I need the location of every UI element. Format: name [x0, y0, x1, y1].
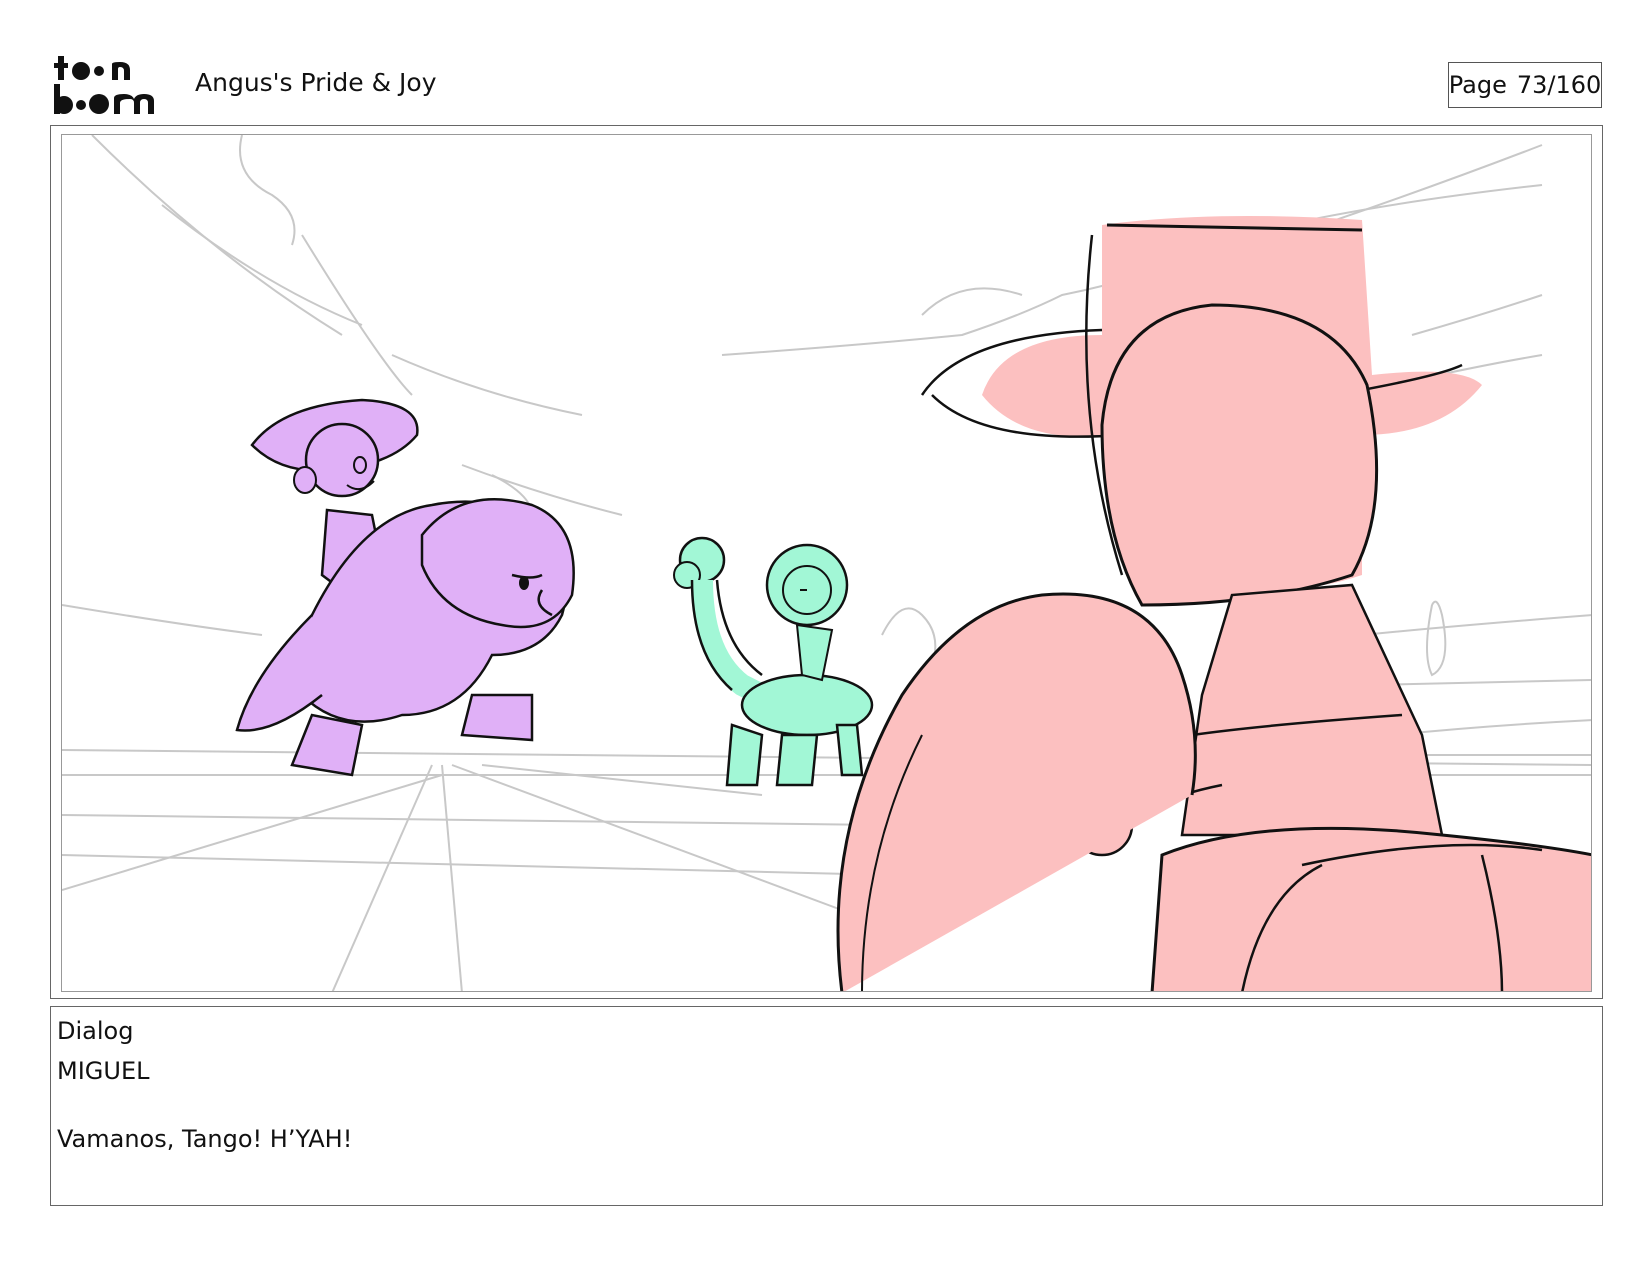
panel-sketch: [62, 135, 1591, 991]
dialog-line: Vamanos, Tango! H’YAH!: [57, 1125, 353, 1153]
storyboard-panel: [50, 125, 1603, 999]
toon-boom-logo: [54, 56, 154, 114]
dialog-header: Dialog: [57, 1017, 134, 1045]
page-number: 73/160: [1516, 71, 1602, 99]
project-title: Angus's Pride & Joy: [195, 68, 437, 97]
page-label: Page: [1448, 71, 1507, 99]
page-indicator: Page 73/160: [1448, 62, 1602, 108]
dialog-box: Dialog MIGUEL Vamanos, Tango! H’YAH!: [50, 1006, 1603, 1206]
pink-rider-character: [836, 216, 1591, 991]
green-rider-character: [673, 536, 874, 787]
purple-rider-character: [235, 398, 575, 777]
dialog-speaker: MIGUEL: [57, 1057, 150, 1085]
panel-artwork: [61, 134, 1592, 992]
